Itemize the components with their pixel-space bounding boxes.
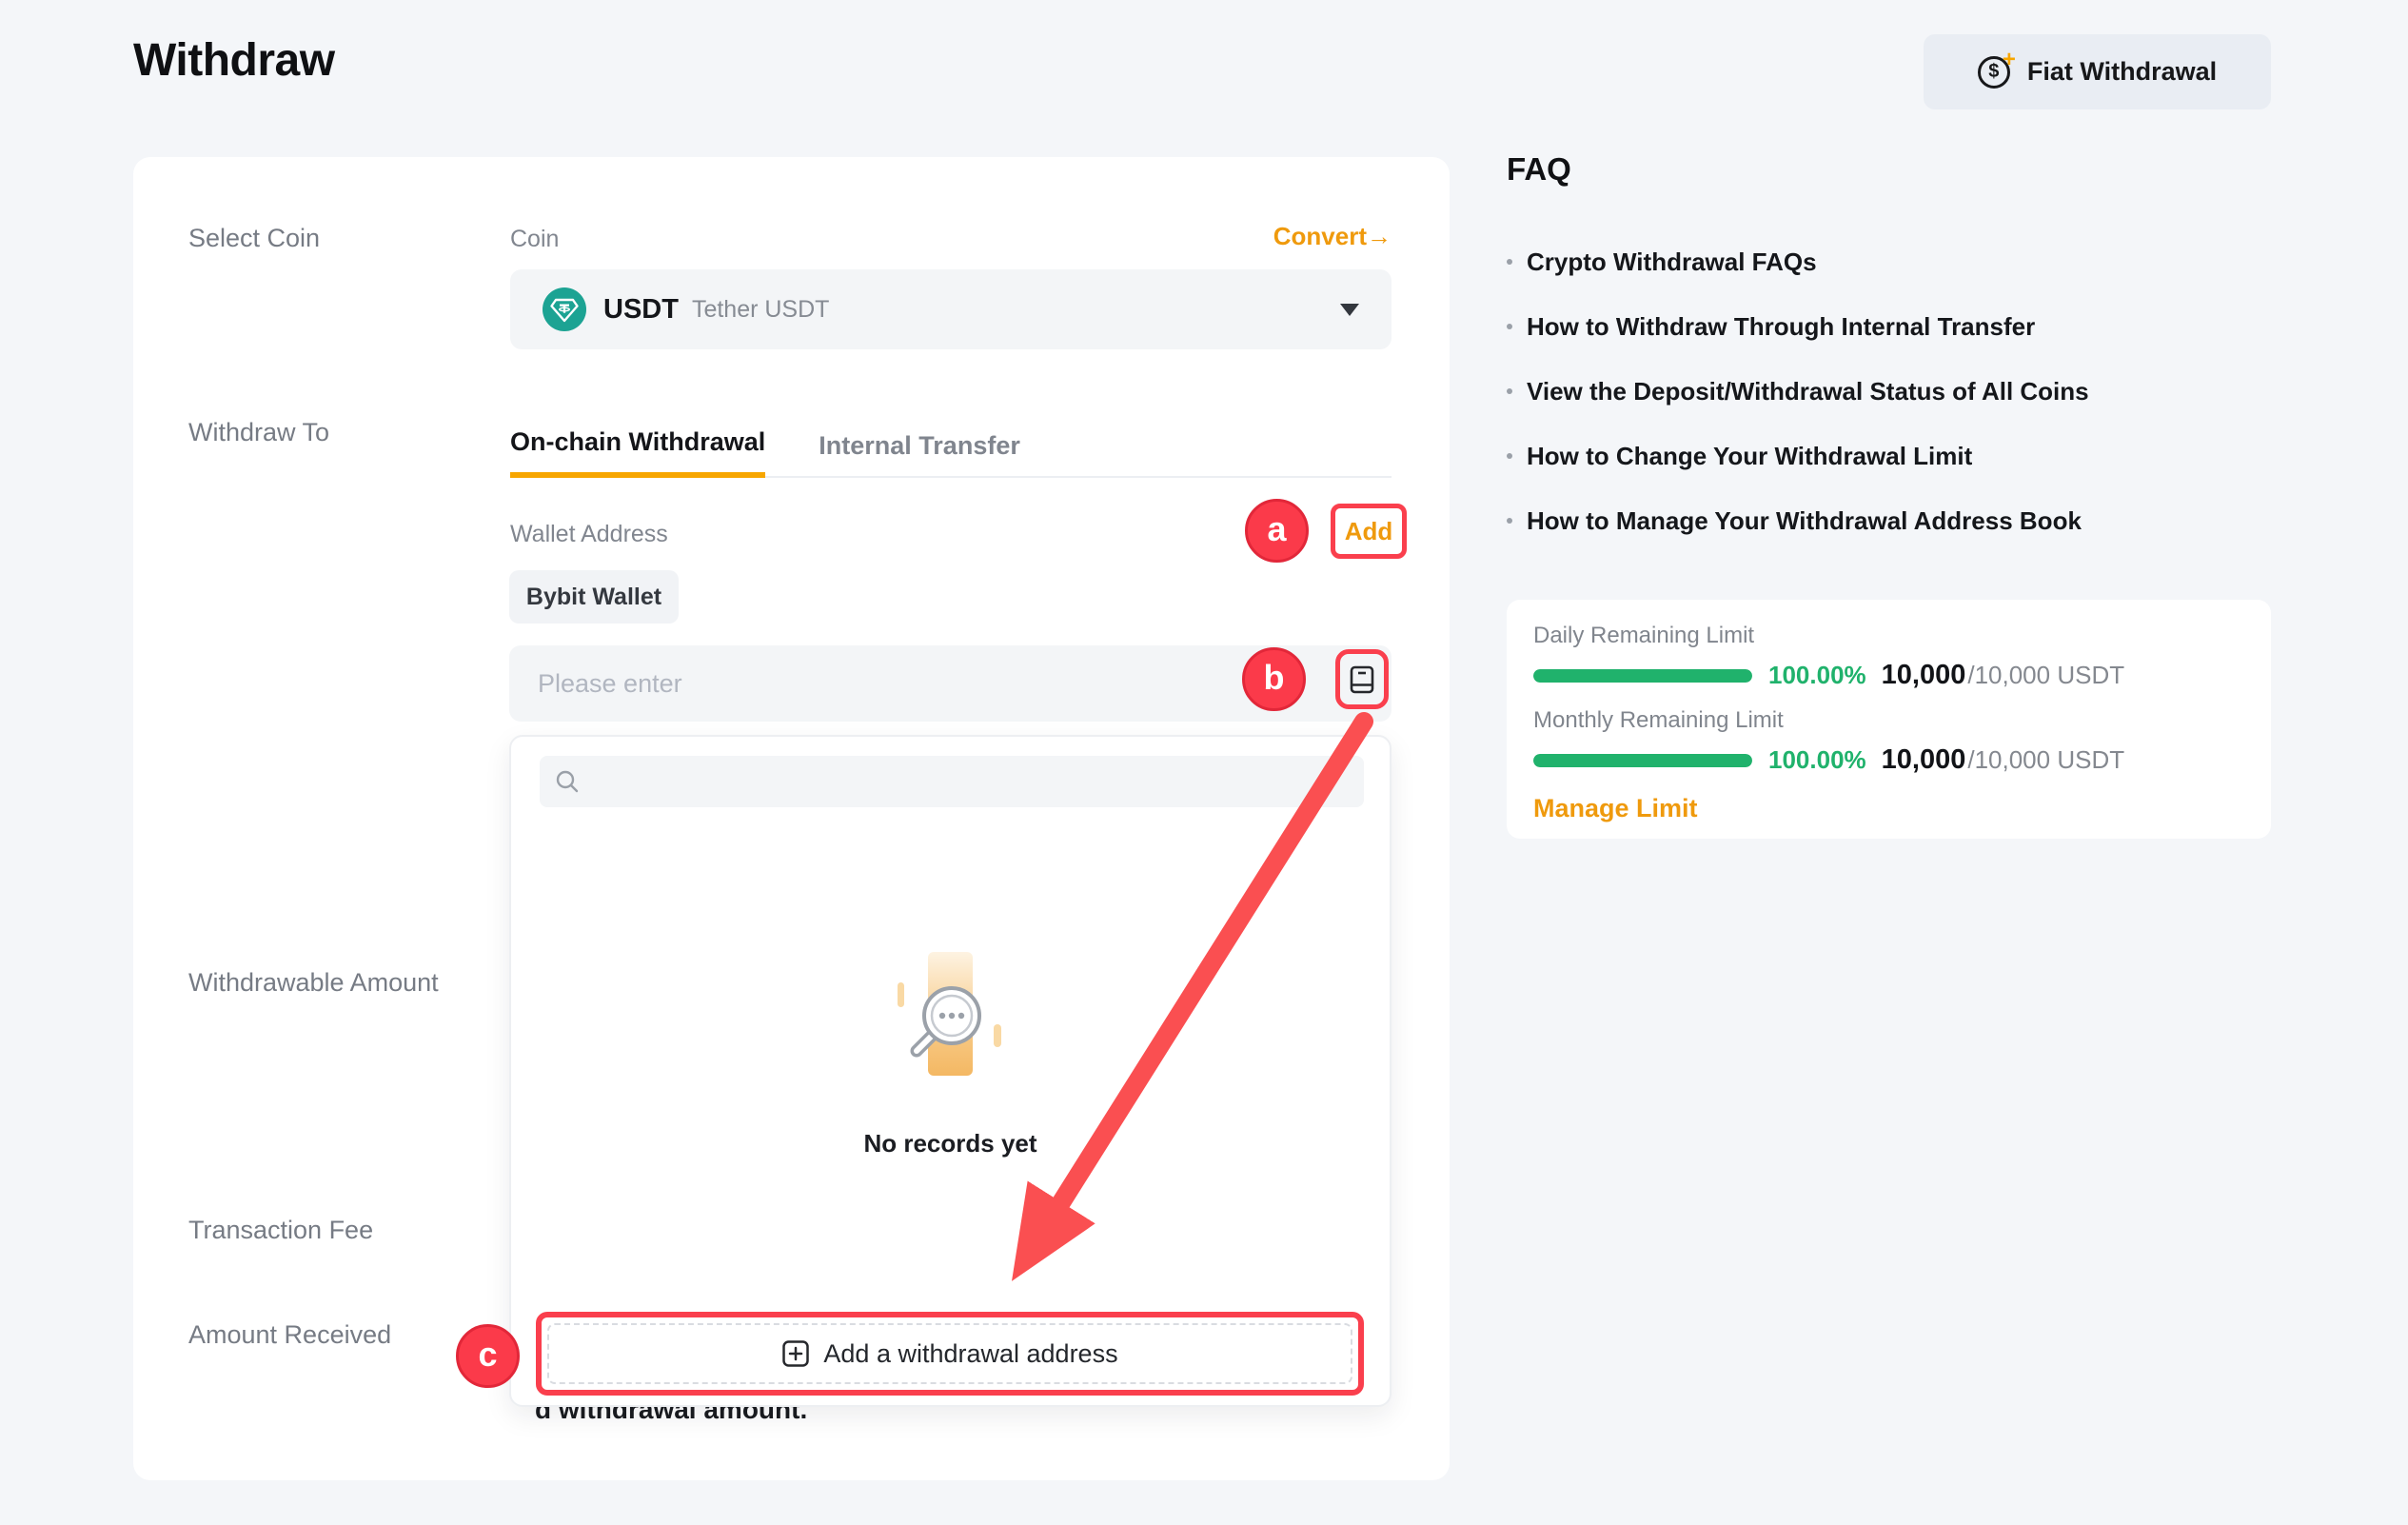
page-title: Withdraw: [133, 34, 335, 87]
daily-remaining-amount: 10,000: [1882, 660, 1966, 691]
bullet-dot: [1507, 453, 1512, 459]
monthly-limit-row: 100.00% 10,000 /10,000 USDT: [1533, 744, 2244, 776]
faq-section: FAQ Crypto Withdrawal FAQs How to Withdr…: [1507, 150, 2278, 571]
add-withdrawal-address-button[interactable]: Add a withdrawal address: [547, 1323, 1352, 1384]
annotation-badge-a: a: [1245, 499, 1309, 563]
annotation-box-add-withdrawal-address: Add a withdrawal address: [536, 1312, 1364, 1396]
withdraw-to-label: Withdraw To: [188, 418, 329, 447]
faq-link[interactable]: How to Change Your Withdrawal Limit: [1507, 442, 2278, 470]
coin-full-name: Tether USDT: [692, 296, 829, 324]
select-coin-label: Select Coin: [188, 224, 320, 253]
faq-link[interactable]: Crypto Withdrawal FAQs: [1507, 248, 2278, 276]
annotation-box-add: Add: [1331, 504, 1407, 559]
monthly-limit-label: Monthly Remaining Limit: [1533, 707, 2244, 734]
fiat-dollar-icon: $ +: [1978, 54, 2014, 90]
address-search-input[interactable]: [589, 768, 1349, 796]
transaction-fee-label: Transaction Fee: [188, 1216, 373, 1245]
address-dropdown-panel: No records yet Add a withdrawal address: [509, 735, 1392, 1407]
withdraw-to-tabs: On-chain Withdrawal Internal Transfer: [510, 427, 1392, 478]
annotation-badge-c: c: [456, 1324, 520, 1388]
chevron-down-icon: [1340, 304, 1359, 316]
monthly-total-amount: /10,000 USDT: [1967, 745, 2124, 775]
address-book-icon[interactable]: [1349, 664, 1375, 695]
coin-field-label: Coin: [510, 226, 559, 253]
bullet-dot: [1507, 518, 1512, 524]
daily-total-amount: /10,000 USDT: [1967, 661, 2124, 690]
faq-title: FAQ: [1507, 150, 2278, 188]
daily-percent: 100.00%: [1768, 661, 1866, 690]
faq-link[interactable]: How to Manage Your Withdrawal Address Bo…: [1507, 506, 2278, 535]
convert-link[interactable]: Convert→: [1273, 222, 1392, 251]
wallet-address-label: Wallet Address: [510, 521, 668, 548]
daily-limit-row: 100.00% 10,000 /10,000 USDT: [1533, 660, 2244, 691]
amount-received-label: Amount Received: [188, 1320, 391, 1350]
coin-select-dropdown[interactable]: USDT Tether USDT: [510, 269, 1392, 349]
tab-onchain-withdrawal[interactable]: On-chain Withdrawal: [510, 427, 765, 478]
monthly-remaining-amount: 10,000: [1882, 744, 1966, 776]
monthly-percent: 100.00%: [1768, 745, 1866, 775]
faq-link[interactable]: View the Deposit/Withdrawal Status of Al…: [1507, 377, 2278, 406]
empty-state-illustration: [888, 944, 1016, 1087]
address-search-box[interactable]: [540, 756, 1364, 807]
bullet-dot: [1507, 324, 1512, 329]
manage-limit-link[interactable]: Manage Limit: [1533, 794, 2244, 823]
fiat-withdrawal-label: Fiat Withdrawal: [2027, 57, 2217, 87]
tether-coin-icon: [543, 287, 586, 331]
bullet-dot: [1507, 259, 1512, 265]
magnifier-empty-icon: [888, 944, 1016, 1087]
annotation-badge-b: b: [1242, 647, 1306, 711]
daily-progress-bar: [1533, 669, 1752, 683]
bybit-wallet-chip[interactable]: Bybit Wallet: [509, 570, 679, 624]
fiat-withdrawal-button[interactable]: $ + Fiat Withdrawal: [1924, 34, 2271, 109]
add-withdrawal-address-label: Add a withdrawal address: [823, 1339, 1117, 1369]
annotation-box-address-book: [1335, 649, 1389, 709]
withdrawal-limits-card: Daily Remaining Limit 100.00% 10,000 /10…: [1507, 600, 2271, 839]
faq-list: Crypto Withdrawal FAQs How to Withdraw T…: [1507, 248, 2278, 535]
coin-symbol: USDT: [603, 294, 679, 326]
tab-internal-transfer[interactable]: Internal Transfer: [819, 431, 1020, 476]
search-icon: [555, 769, 580, 794]
withdraw-form-card: Select Coin Withdraw To Withdrawable Amo…: [133, 157, 1450, 1480]
daily-limit-label: Daily Remaining Limit: [1533, 623, 2244, 649]
add-address-link[interactable]: Add: [1345, 517, 1393, 546]
monthly-progress-bar: [1533, 754, 1752, 767]
withdrawable-amount-label: Withdrawable Amount: [188, 968, 439, 998]
no-records-text: No records yet: [511, 1129, 1390, 1159]
plus-square-icon: [781, 1339, 810, 1368]
bullet-dot: [1507, 388, 1512, 394]
faq-link[interactable]: How to Withdraw Through Internal Transfe…: [1507, 312, 2278, 341]
